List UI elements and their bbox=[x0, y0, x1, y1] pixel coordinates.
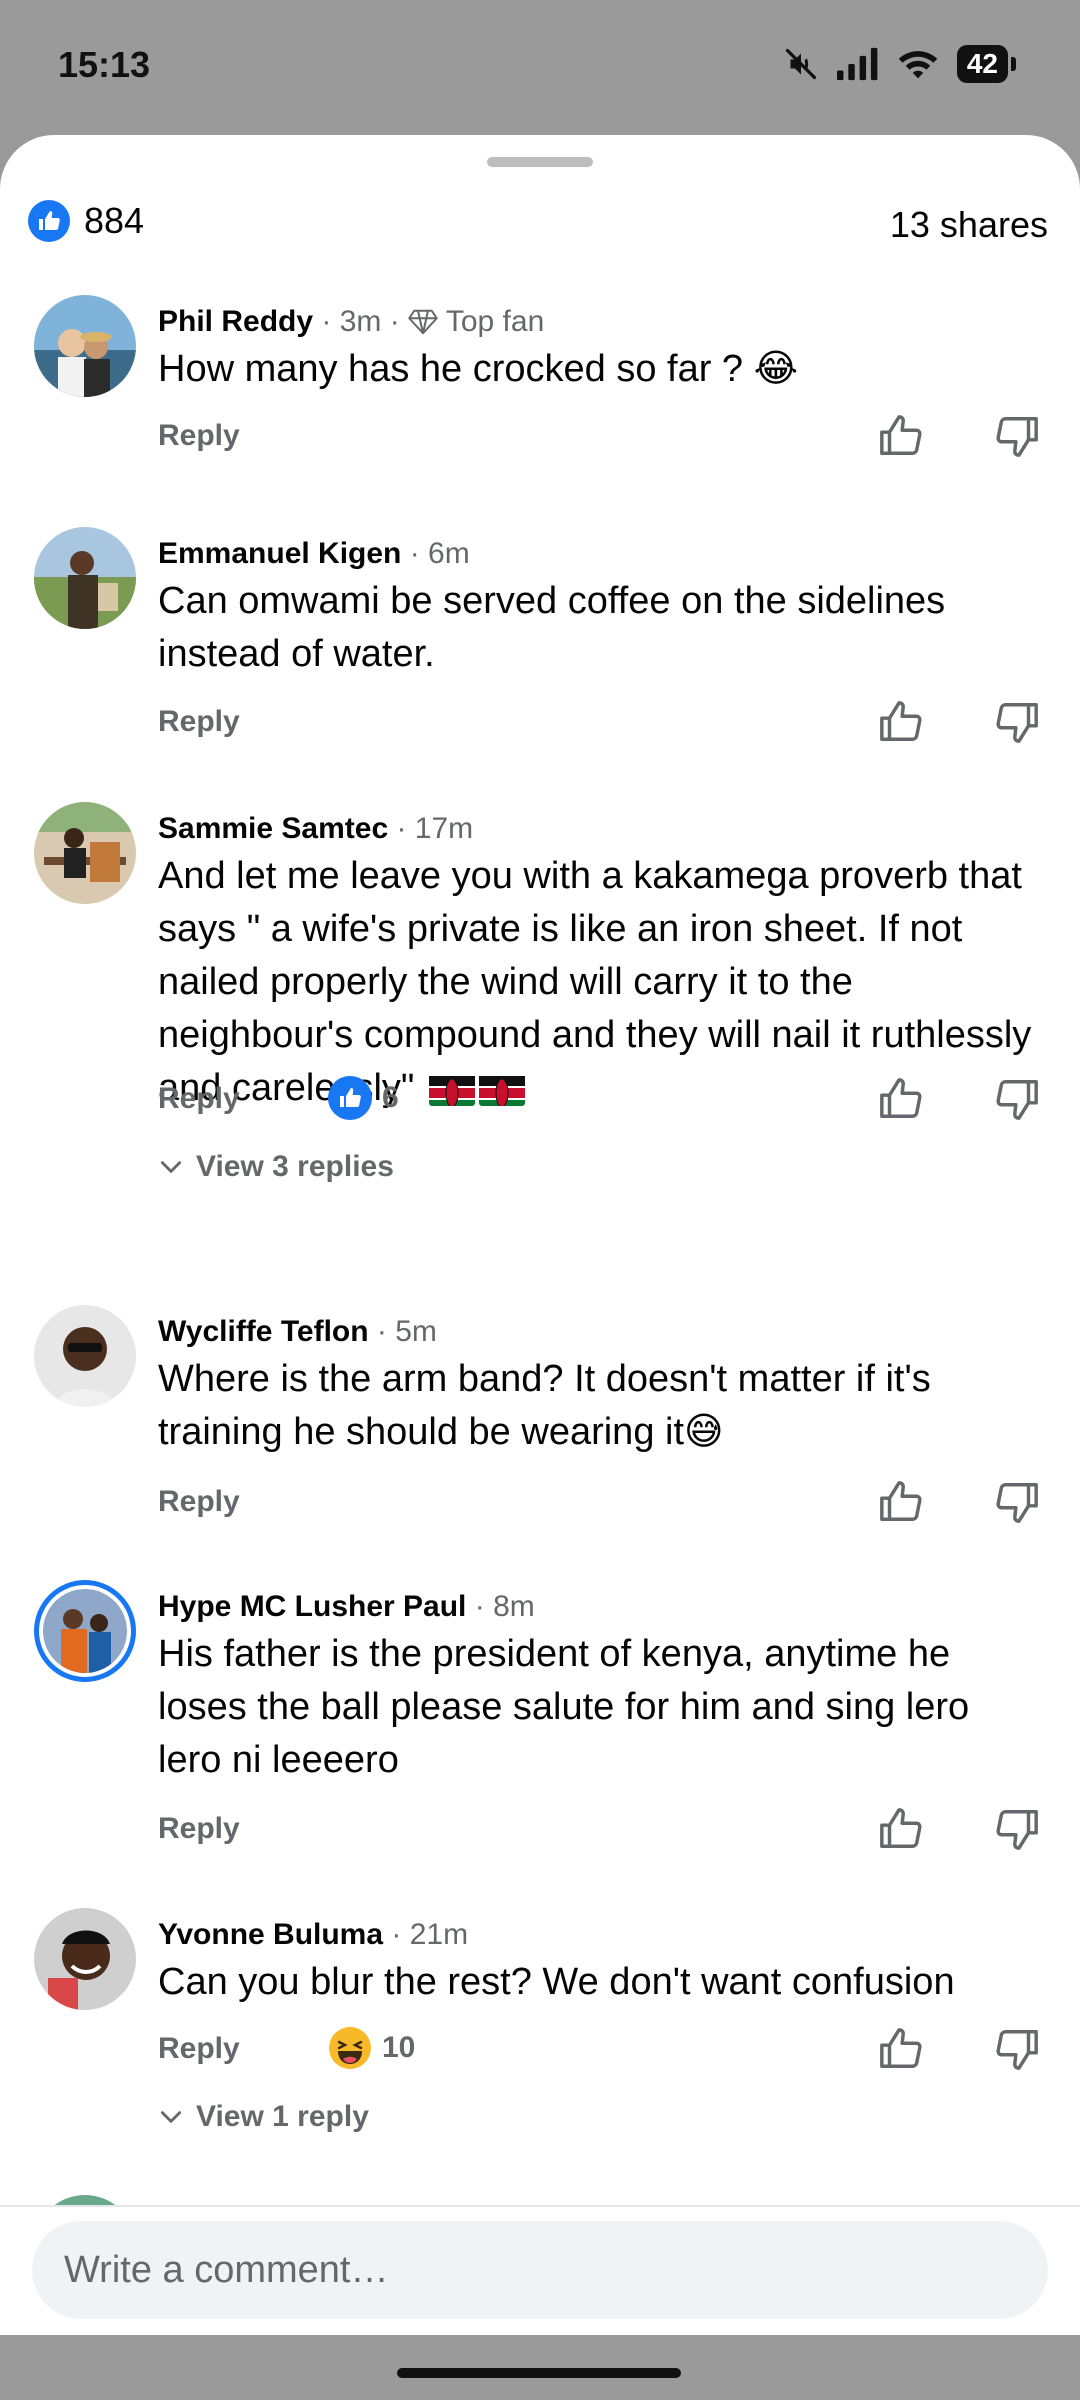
wifi-icon bbox=[898, 51, 938, 79]
thumbs-up-icon[interactable] bbox=[878, 1479, 924, 1525]
avatar bbox=[43, 1589, 127, 1673]
thumbs-up-icon[interactable] bbox=[878, 1806, 924, 1852]
reaction-total: 10 bbox=[382, 2031, 416, 2064]
view-replies-label: View 1 reply bbox=[196, 2100, 369, 2133]
comment-time: · 3m · bbox=[321, 305, 400, 338]
comment-meta: Hype MC Lusher Paul · 8m bbox=[158, 1590, 535, 1624]
like-reaction-icon bbox=[28, 200, 70, 242]
reaction-count[interactable]: 6 bbox=[328, 1076, 399, 1120]
status-time: 15:13 bbox=[58, 44, 151, 85]
comment-meta: Emmanuel Kigen · 6m bbox=[158, 537, 470, 571]
comment-text: His father is the president of kenya, an… bbox=[158, 1633, 970, 1781]
reply-button[interactable]: Reply bbox=[158, 1082, 240, 1116]
haha-reaction-icon bbox=[329, 2027, 371, 2069]
avatar[interactable] bbox=[34, 527, 136, 629]
comment-input[interactable]: Write a comment… bbox=[32, 2221, 1048, 2319]
comment-text-body: And let me leave you with a kakamega pro… bbox=[158, 855, 1032, 1109]
comment-input-placeholder: Write a comment… bbox=[64, 2249, 389, 2291]
sheet-grabber[interactable] bbox=[487, 157, 593, 167]
thumbs-up-icon[interactable] bbox=[878, 413, 924, 459]
comment-author[interactable]: Emmanuel Kigen bbox=[158, 537, 401, 570]
status-bar: 15:13 42 bbox=[0, 0, 1080, 135]
view-replies-label: View 3 replies bbox=[196, 1150, 394, 1183]
view-replies-button[interactable]: View 1 reply bbox=[158, 2100, 369, 2134]
avatar[interactable] bbox=[34, 295, 136, 397]
reaction-total: 6 bbox=[382, 1081, 399, 1114]
thumbs-up-icon[interactable] bbox=[878, 699, 924, 745]
comment-author[interactable]: Phil Reddy bbox=[158, 305, 313, 338]
signal-icon bbox=[836, 47, 878, 81]
thumbs-up-icon[interactable] bbox=[878, 1076, 924, 1122]
chevron-down-icon bbox=[160, 2111, 182, 2123]
comment-author[interactable]: Yvonne Buluma bbox=[158, 1918, 383, 1951]
comment-text: Can omwami be served coffee on the sidel… bbox=[158, 580, 946, 675]
thumbs-down-icon[interactable] bbox=[994, 699, 1040, 745]
kenya-flag-icon bbox=[478, 1072, 525, 1106]
battery-indicator: 42 bbox=[956, 45, 1017, 83]
comment-time: · 6m bbox=[409, 537, 470, 570]
comment-meta: Phil Reddy · 3m · Top fan bbox=[158, 305, 544, 339]
shares-count[interactable]: 13 shares bbox=[890, 204, 1048, 246]
avatar[interactable] bbox=[34, 802, 136, 904]
likes-summary[interactable]: 884 bbox=[28, 200, 144, 242]
thumbs-down-icon[interactable] bbox=[994, 413, 1040, 459]
comment-time: · 17m bbox=[396, 812, 474, 845]
comment-time: · 5m bbox=[376, 1315, 437, 1348]
thumbs-down-icon[interactable] bbox=[994, 1806, 1040, 1852]
view-replies-button[interactable]: View 3 replies bbox=[158, 1150, 394, 1184]
comment-time: · 21m bbox=[391, 1918, 469, 1951]
avatar[interactable] bbox=[34, 1305, 136, 1407]
reply-button[interactable]: Reply bbox=[158, 419, 240, 453]
avatar-story-ring[interactable] bbox=[34, 1580, 136, 1682]
thumbs-up-icon[interactable] bbox=[878, 2026, 924, 2072]
avatar[interactable] bbox=[34, 1908, 136, 2010]
thumbs-down-icon[interactable] bbox=[994, 1479, 1040, 1525]
comment-time: · 8m bbox=[474, 1590, 535, 1623]
comment-author[interactable]: Wycliffe Teflon bbox=[158, 1315, 369, 1348]
comment-composer: Write a comment… bbox=[0, 2205, 1080, 2335]
comment-text: Where is the arm band? It doesn't matter… bbox=[158, 1358, 931, 1453]
thumbs-down-icon[interactable] bbox=[994, 1076, 1040, 1122]
comment-text: How many has he crocked so far ? 😂 bbox=[158, 348, 799, 390]
comment-meta: Sammie Samtec · 17m bbox=[158, 812, 473, 846]
reply-button[interactable]: Reply bbox=[158, 705, 240, 739]
status-icons: 42 bbox=[783, 44, 1017, 84]
comment-meta: Wycliffe Teflon · 5m bbox=[158, 1315, 437, 1349]
like-reaction-icon bbox=[328, 1076, 372, 1120]
reaction-summary: 884 13 shares bbox=[0, 190, 1080, 260]
reaction-count[interactable]: 10 bbox=[328, 2026, 415, 2070]
reply-button[interactable]: Reply bbox=[158, 1485, 240, 1519]
reply-button[interactable]: Reply bbox=[158, 2032, 240, 2066]
diamond-icon bbox=[408, 309, 438, 335]
thumbs-down-icon[interactable] bbox=[994, 2026, 1040, 2072]
likes-count: 884 bbox=[84, 200, 145, 241]
comment-text: Can you blur the rest? We don't want con… bbox=[158, 1961, 955, 2003]
home-indicator[interactable] bbox=[397, 2368, 681, 2378]
comment-author[interactable]: Hype MC Lusher Paul bbox=[158, 1590, 466, 1623]
chevron-down-icon bbox=[160, 1161, 182, 1173]
comment-author[interactable]: Sammie Samtec bbox=[158, 812, 388, 845]
kenya-flag-icon bbox=[428, 1072, 475, 1106]
reply-button[interactable]: Reply bbox=[158, 1812, 240, 1846]
top-fan-badge: Top fan bbox=[445, 305, 545, 338]
mute-icon bbox=[785, 48, 816, 80]
comment-meta: Yvonne Buluma · 21m bbox=[158, 1918, 468, 1952]
comments-sheet: 884 13 shares Phil Reddy · 3m · Top fan … bbox=[0, 135, 1080, 2335]
